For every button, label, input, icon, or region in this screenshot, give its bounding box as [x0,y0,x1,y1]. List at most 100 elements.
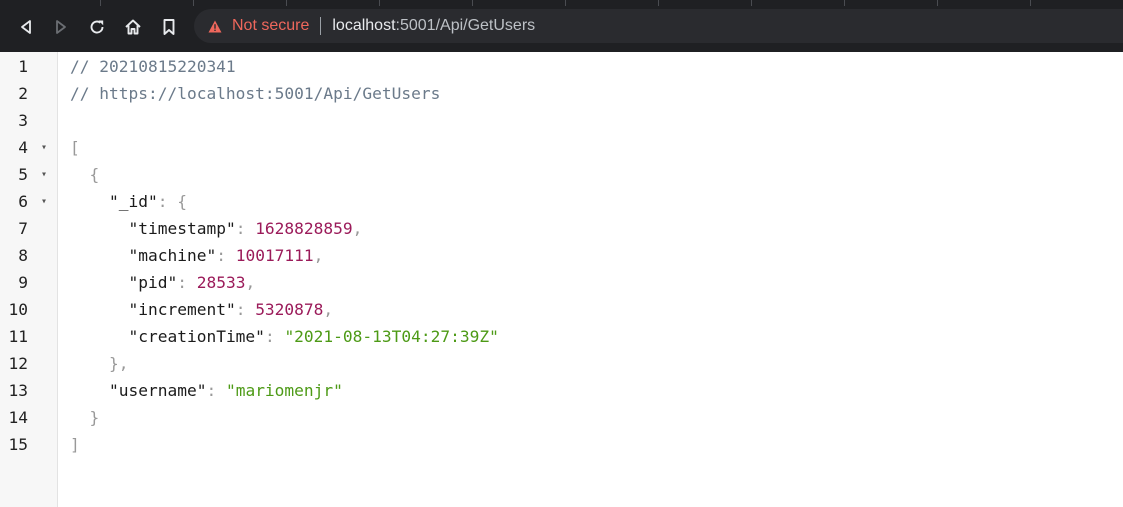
line-number: 7 [18,219,28,238]
code-line: 9 "pid": 28533, [0,269,1123,296]
line-number: 13 [8,381,29,400]
code-line: 12 }, [0,350,1123,377]
tab-separator [844,0,845,6]
address-bar[interactable]: Not secure localhost:5001/Api/GetUsers [194,9,1123,43]
tab-separator [1030,0,1031,6]
bookmark-button[interactable] [154,10,184,44]
line-number: 12 [8,354,29,373]
code-line: 14 } [0,404,1123,431]
code-line: 11 "creationTime": "2021-08-13T04:27:39Z… [0,323,1123,350]
line-number: 11 [8,327,29,346]
tab-strip [0,0,1123,6]
back-icon [21,20,31,34]
comment-text: // 20210815220341 [70,57,236,76]
tab-separator [286,0,287,6]
url-path: :5001/Api/GetUsers [395,17,536,34]
reload-icon [90,20,104,34]
line-number: 3 [18,111,28,130]
line-number: 5 [18,165,28,184]
comment-text: // https://localhost:5001/Api/GetUsers [70,84,441,103]
code-line: 1 // 20210815220341 [0,53,1123,80]
line-source: "increment": 5320878, [70,296,333,323]
code-line: 13 "username": "mariomenjr" [0,377,1123,404]
json-punctuation: [ [70,138,80,157]
line-number: 4 [18,138,28,157]
json-punctuation: : [216,246,236,265]
code-line: 10 "increment": 5320878, [0,296,1123,323]
code-line: 15] [0,431,1123,458]
code-line: 2 // https://localhost:5001/Api/GetUsers [0,80,1123,107]
security-status[interactable]: Not secure [232,17,309,35]
home-button[interactable] [118,10,148,44]
url-text[interactable]: localhost:5001/Api/GetUsers [332,17,535,35]
warning-icon[interactable] [208,19,222,33]
code-line: 3 [0,107,1123,134]
line-source: ] [70,431,80,458]
json-number: 10017111 [235,246,314,265]
fold-toggle-icon[interactable]: ▾ [38,188,50,215]
code-line: 7 "timestamp": 1628828859, [0,215,1123,242]
line-source: "_id": { [70,188,187,215]
home-icon [125,19,141,35]
fold-toggle-icon[interactable]: ▾ [38,134,50,161]
code-line: 4 ▾ [ [0,134,1123,161]
line-number: 1 [18,57,28,76]
line-source: }, [70,350,129,377]
line-number: 14 [8,408,29,427]
line-source: "machine": 10017111, [70,242,323,269]
json-number: 28533 [196,273,246,292]
json-key: "creationTime" [128,327,265,346]
json-string: "mariomenjr" [225,381,343,400]
omnibox-divider [320,17,322,35]
forward-icon [56,20,66,34]
code-line: 8 "machine": 10017111, [0,242,1123,269]
json-number: 5320878 [255,300,324,319]
line-number: 15 [8,435,29,454]
line-source: "creationTime": "2021-08-13T04:27:39Z" [70,323,498,350]
line-source: "username": "mariomenjr" [70,377,343,404]
json-punctuation: : { [157,192,187,211]
json-punctuation: , [313,246,324,265]
forward-button[interactable] [46,10,76,44]
tab-separator [937,0,938,6]
tab-separator [658,0,659,6]
json-punctuation: } [89,408,100,427]
line-source: "pid": 28533, [70,269,255,296]
line-number: 9 [18,273,28,292]
reload-button[interactable] [82,10,112,44]
line-source: "timestamp": 1628828859, [70,215,362,242]
code-line: 5 ▾ { [0,161,1123,188]
line-source: { [70,161,100,188]
tab-separator [565,0,566,6]
back-button[interactable] [11,10,41,44]
tab-separator [193,0,194,6]
json-key: "timestamp" [128,219,236,238]
tab-separator [379,0,380,6]
json-punctuation: }, [108,354,129,373]
code-area: 1 // 20210815220341 2 // https://localhost:… [0,53,1123,458]
fold-toggle-icon[interactable]: ▾ [38,161,50,188]
json-key: "pid" [128,273,178,292]
line-number: 10 [8,300,29,319]
line-source: // 20210815220341 [70,53,236,80]
json-punctuation: : [264,327,285,346]
json-punctuation: { [89,165,100,184]
json-punctuation: : [177,273,197,292]
line-number: 8 [18,246,28,265]
tab-separator [472,0,473,6]
line-number: 6 [18,192,28,211]
json-key: "increment" [128,300,236,319]
json-key: "username" [108,381,207,400]
tab-separator [100,0,101,6]
browser-toolbar: Not secure localhost:5001/Api/GetUsers [0,0,1123,52]
url-host: localhost [332,17,396,34]
code-line: 6 ▾ "_id": { [0,188,1123,215]
json-punctuation: : [235,219,256,238]
